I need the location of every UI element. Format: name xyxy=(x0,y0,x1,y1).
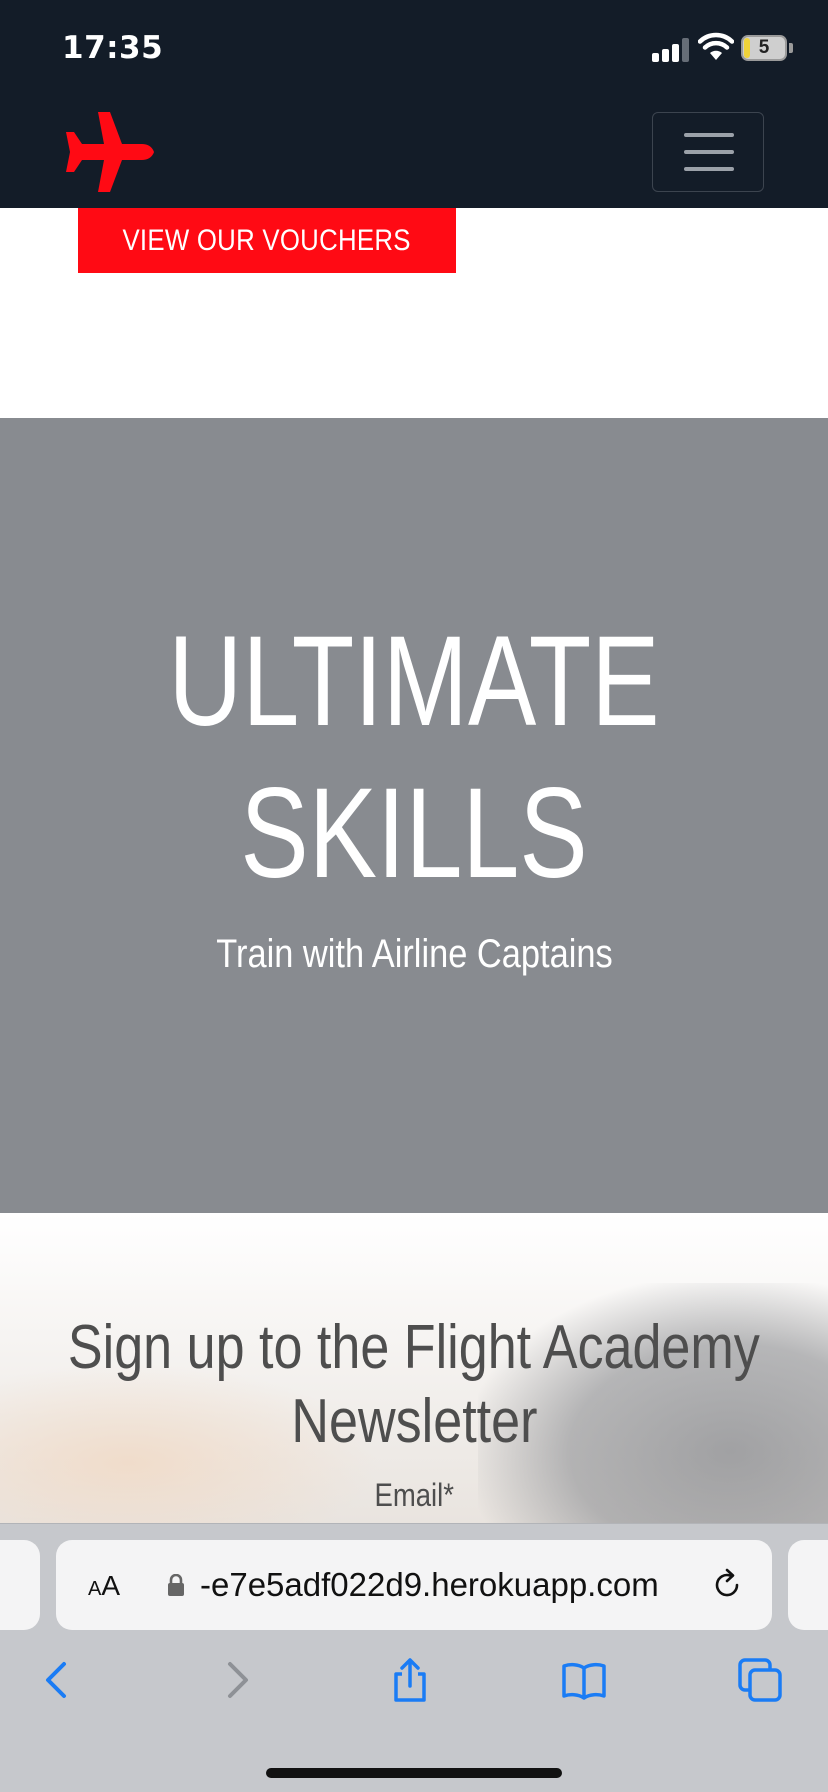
status-time: 17:35 xyxy=(62,30,164,66)
newsletter-title: Sign up to the Flight Academy Newsletter xyxy=(68,1313,760,1456)
wifi-icon xyxy=(698,32,734,60)
next-tab-preview[interactable] xyxy=(788,1540,828,1630)
url-text[interactable]: -e7e5adf022d9.herokuapp.com xyxy=(200,1566,659,1604)
home-indicator xyxy=(266,1768,562,1778)
back-icon[interactable] xyxy=(34,1656,82,1704)
battery-cap xyxy=(789,43,793,53)
share-icon[interactable] xyxy=(386,1656,434,1704)
battery-level: 5 xyxy=(758,37,770,58)
hero-subtitle: Train with Airline Captains xyxy=(215,932,613,976)
hero-section: ULTIMATE SKILLS Train with Airline Capta… xyxy=(0,418,828,1213)
forward-icon[interactable] xyxy=(212,1656,260,1704)
hamburger-menu-icon xyxy=(684,133,734,137)
site-header: 17:35 5 xyxy=(0,0,828,208)
cellular-signal-icon xyxy=(652,36,690,62)
bookmarks-icon[interactable] xyxy=(560,1656,608,1704)
hero-title-line2: SKILLS xyxy=(240,762,588,905)
menu-toggle-button[interactable] xyxy=(652,112,764,192)
hero-title-line1: ULTIMATE xyxy=(168,610,660,753)
email-label: Email* xyxy=(374,1477,454,1513)
previous-tab-preview[interactable] xyxy=(0,1540,40,1630)
airplane-icon[interactable] xyxy=(60,110,154,194)
tabs-icon[interactable] xyxy=(736,1656,784,1704)
browser-toolbar: AA -e7e5adf022d9.herokuapp.com xyxy=(0,1523,828,1792)
view-vouchers-button[interactable]: VIEW OUR VOUCHERS xyxy=(78,208,456,273)
view-vouchers-label: VIEW OUR VOUCHERS xyxy=(122,223,412,257)
lock-icon xyxy=(168,1574,184,1596)
reload-icon[interactable] xyxy=(710,1568,744,1602)
address-bar[interactable]: AA -e7e5adf022d9.herokuapp.com xyxy=(56,1540,772,1630)
newsletter-section: Sign up to the Flight Academy Newsletter… xyxy=(0,1213,828,1523)
battery-icon: 5 xyxy=(741,35,787,61)
text-size-button[interactable]: AA xyxy=(88,1570,120,1602)
